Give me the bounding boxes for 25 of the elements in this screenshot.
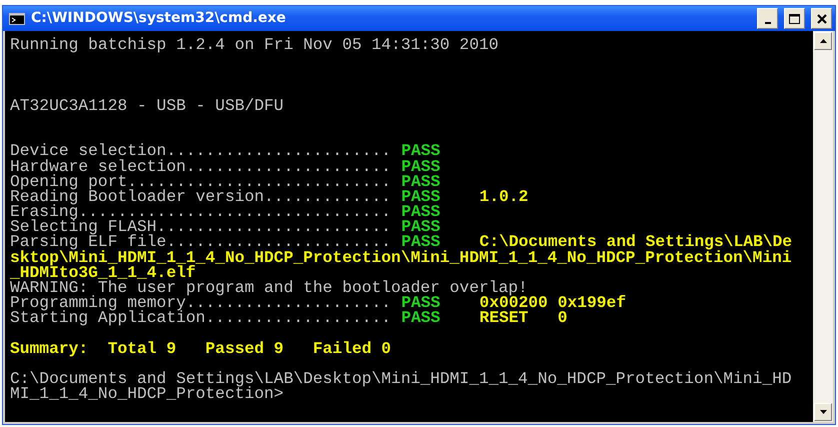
console-value: _HDMIto3G_1_1_4.elf [10,264,196,280]
console-value: RESET 0 [479,310,568,326]
minimize-button[interactable] [757,8,778,29]
console-value: sktop\Mini_HDMI_1_1_4_No_HDCP_Protection\Mini_HDMI_1_1_4_No_HDCP_Protection\Mini [10,250,792,265]
console-text: C:\Documents and Settings\LAB\Desktop\Mini_HDMI_1_1_4_No_HDCP_Protection\Mini_HD [10,371,792,386]
down-arrow-icon [820,410,826,414]
console-text: Running batchisp 1.2.4 on Fri Nov 05 14:31:30 2010 [10,37,499,52]
close-icon [816,14,826,24]
close-button[interactable] [811,8,832,29]
console-icon [9,12,25,24]
maximize-button[interactable] [784,8,805,29]
up-arrow-icon [820,39,826,43]
window-title: C:\WINDOWS\system32\cmd.exe [31,9,287,28]
maximize-icon [789,14,800,24]
scroll-up-button[interactable] [814,32,832,50]
console-value: C:\Documents and Settings\LAB\De [479,234,792,250]
console-value: 1.0.2 [479,188,528,204]
scrollbar[interactable] [813,31,833,422]
console-text: MI_1_1_4_No_HDCP_Protection> [10,386,284,402]
console-text: WARNING: The user program and the bootloader overlap! [10,280,528,296]
console-value: 0x00200 0x199ef [479,295,626,310]
console-text: AT32UC3A1128 - USB - USB/DFU [10,98,284,113]
scroll-down-button[interactable] [814,403,832,421]
console-value: Summary: Total 9 Passed 9 Failed 0 [10,340,392,356]
minimize-icon [764,22,770,24]
